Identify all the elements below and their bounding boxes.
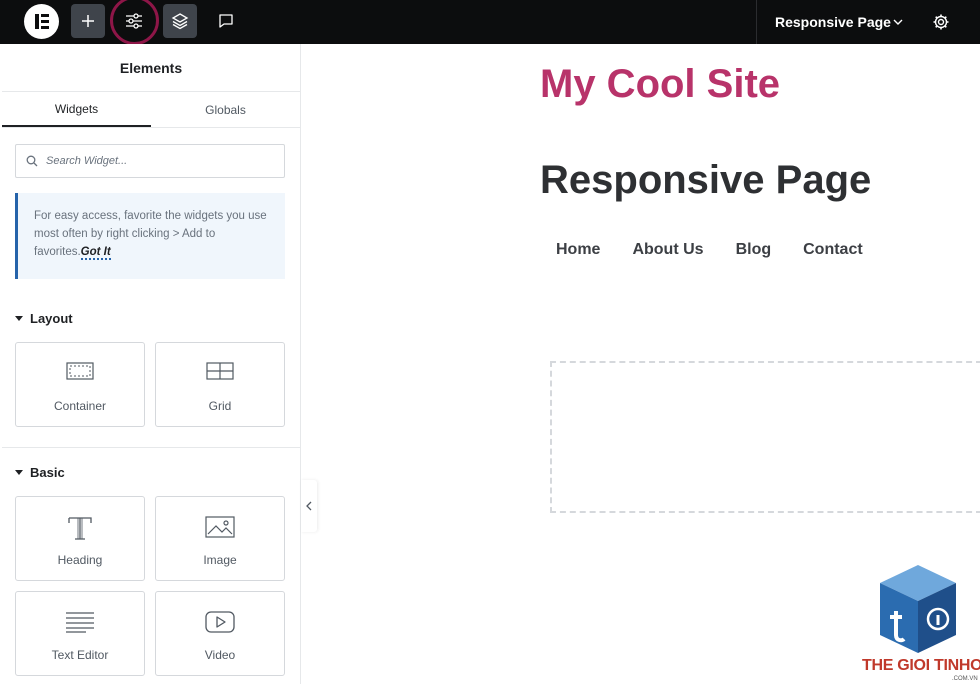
section-divider	[2, 447, 300, 448]
page-title[interactable]: Responsive Page	[540, 158, 871, 203]
widget-image[interactable]: Image	[155, 496, 285, 581]
empty-drop-zone[interactable]	[550, 361, 980, 513]
section-title-layout: Layout	[30, 311, 73, 326]
page-selector[interactable]: Responsive Page	[756, 0, 920, 44]
nav-item-contact[interactable]: Contact	[803, 241, 863, 259]
section-title-basic: Basic	[30, 465, 65, 480]
watermark-text: THE GIOI TINHOC	[862, 657, 980, 674]
settings-button[interactable]	[922, 0, 960, 44]
grid-icon	[206, 362, 234, 380]
container-icon	[66, 362, 94, 380]
collapse-panel-button[interactable]	[301, 480, 317, 532]
favorites-notice: For easy access, favorite the widgets yo…	[15, 193, 285, 279]
chevron-left-icon	[306, 501, 312, 511]
page-selector-label: Responsive Page	[775, 14, 891, 30]
gear-icon	[933, 14, 949, 30]
widget-label: Grid	[208, 399, 232, 413]
text-editor-icon	[66, 612, 94, 633]
widget-text-editor[interactable]: Text Editor	[15, 591, 145, 676]
panel-tabs: Widgets Globals	[2, 92, 300, 128]
video-icon	[205, 611, 235, 633]
elementor-logo[interactable]	[24, 4, 59, 39]
add-element-button[interactable]	[71, 4, 105, 38]
watermark-subtext: .COM.VN	[952, 676, 978, 682]
site-settings-button[interactable]	[117, 4, 151, 38]
notes-comment-icon	[219, 14, 233, 28]
add-icon	[82, 15, 94, 27]
nav-menu: Home About Us Blog Contact	[556, 241, 895, 259]
widget-video[interactable]: Video	[155, 591, 285, 676]
widget-grid[interactable]: Grid	[155, 342, 285, 427]
site-settings-icon	[126, 13, 142, 29]
caret-down-icon	[15, 316, 23, 321]
section-basic[interactable]: Basic	[15, 465, 65, 480]
panel-title: Elements	[2, 44, 300, 92]
notice-text: For easy access, favorite the widgets yo…	[34, 210, 267, 258]
site-title[interactable]: My Cool Site	[540, 62, 780, 107]
nav-item-home[interactable]: Home	[556, 241, 600, 259]
search-icon	[26, 155, 38, 167]
chevron-down-icon	[893, 19, 903, 25]
widget-label: Text Editor	[51, 648, 109, 662]
got-it-link[interactable]: Got It	[80, 246, 111, 260]
widget-label: Container	[53, 399, 107, 413]
notes-button[interactable]	[209, 4, 243, 38]
nav-item-about-us[interactable]: About Us	[632, 241, 703, 259]
top-bar: Responsive Page	[0, 0, 980, 45]
structure-button[interactable]	[163, 4, 197, 38]
search-placeholder: Search Widget...	[46, 155, 128, 167]
tab-globals[interactable]: Globals	[151, 92, 300, 127]
widget-container[interactable]: Container	[15, 342, 145, 427]
section-layout[interactable]: Layout	[15, 311, 73, 326]
widget-label: Image	[203, 553, 237, 567]
structure-layers-icon	[171, 13, 189, 30]
caret-down-icon	[15, 470, 23, 475]
elements-panel: Elements Widgets Globals Search Widget..…	[2, 44, 301, 684]
tab-widgets[interactable]: Widgets	[2, 92, 151, 127]
heading-icon	[68, 517, 92, 540]
widget-heading[interactable]: Heading	[15, 496, 145, 581]
widget-label: Video	[204, 648, 236, 662]
search-input[interactable]: Search Widget...	[15, 144, 285, 178]
nav-item-blog[interactable]: Blog	[736, 241, 772, 259]
image-icon	[205, 516, 235, 538]
widget-label: Heading	[57, 553, 103, 567]
